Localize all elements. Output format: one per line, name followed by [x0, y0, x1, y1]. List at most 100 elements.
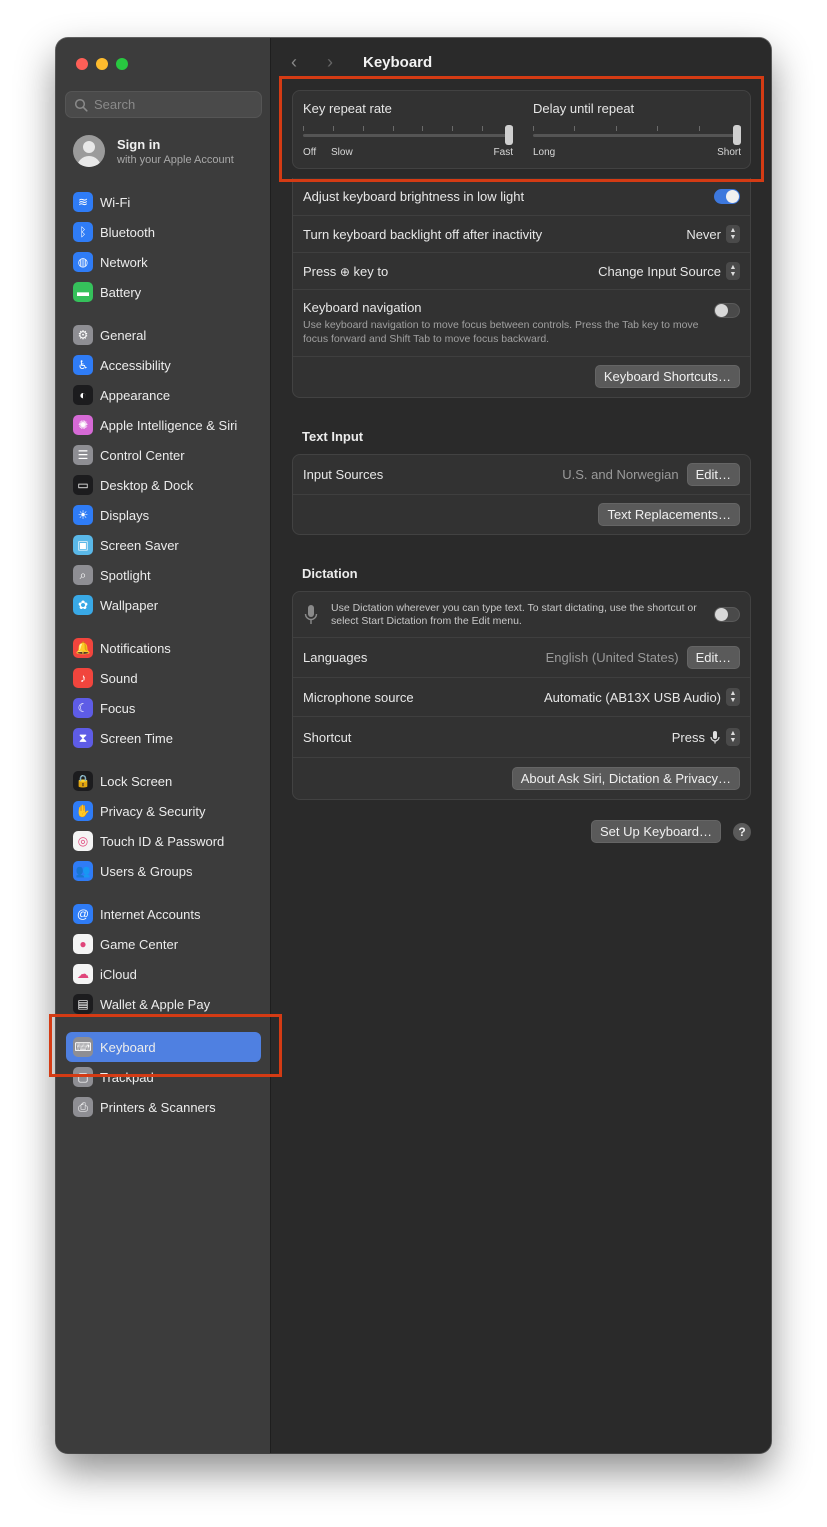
sidebar-item-apple-intelligence-siri[interactable]: ✺ Apple Intelligence & Siri — [66, 410, 261, 440]
press-key-value: Change Input Source — [598, 263, 721, 279]
stepper-icon: ▲ ▼ — [726, 688, 740, 706]
battery-icon: ▬ — [73, 282, 93, 302]
sidebar-item-network[interactable]: ◍ Network — [66, 247, 261, 277]
accessibility-icon: ♿ — [73, 355, 93, 375]
sidebar-item-printers-scanners[interactable]: ⎙ Printers & Scanners — [66, 1092, 261, 1122]
shortcut-popup[interactable]: Press ▲ ▼ — [672, 728, 740, 746]
magnifier-icon: ⌕ — [73, 565, 93, 585]
sidebar-item-spotlight[interactable]: ⌕ Spotlight — [66, 560, 261, 590]
sidebar-item-screen-time[interactable]: ⧗ Screen Time — [66, 723, 261, 753]
press-key-row: Press ⊕ key to Change Input Source ▲ ▼ — [293, 253, 750, 290]
close-button[interactable] — [76, 58, 88, 70]
game-center-icon: ● — [73, 934, 93, 954]
sidebar-separator — [66, 753, 261, 766]
sidebar-item-displays[interactable]: ☀ Displays — [66, 500, 261, 530]
sidebar-item-label: Displays — [100, 507, 150, 523]
sidebar-item-internet-accounts[interactable]: @ Internet Accounts — [66, 899, 261, 929]
bluetooth-icon: ᛒ — [73, 222, 93, 242]
stepper-icon: ▲ ▼ — [726, 728, 740, 746]
sidebar-item-label: Appearance — [100, 387, 171, 403]
stepper-icon: ▲ ▼ — [726, 225, 740, 243]
text-replacements-row: Text Replacements… — [293, 495, 750, 534]
dictation-toggle[interactable] — [714, 607, 740, 622]
sidebar-item-label: General — [100, 327, 147, 343]
hourglass-icon: ⧗ — [73, 728, 93, 748]
sidebar-item-notifications[interactable]: 🔔 Notifications — [66, 633, 261, 663]
sidebar-item-accessibility[interactable]: ♿ Accessibility — [66, 350, 261, 380]
sidebar-item-desktop-dock[interactable]: ▭ Desktop & Dock — [66, 470, 261, 500]
users-icon: 👥 — [73, 861, 93, 881]
backlight-popup[interactable]: Never ▲ ▼ — [686, 225, 740, 243]
press-key-popup[interactable]: Change Input Source ▲ ▼ — [598, 262, 740, 280]
sidebar-item-bluetooth[interactable]: ᛒ Bluetooth — [66, 217, 261, 247]
annotation-highlight-repeat — [279, 76, 764, 182]
backlight-value: Never — [686, 226, 721, 242]
search-input[interactable] — [94, 97, 254, 112]
text-input-title: Text Input — [302, 429, 364, 444]
account-subtitle: with your Apple Account — [117, 153, 234, 166]
main-pane: ‹ › Keyboard Key repeat rate Off Slow Fa… — [271, 38, 771, 1453]
apple-account[interactable]: Sign in with your Apple Account — [73, 135, 234, 167]
sidebar-item-focus[interactable]: ☾ Focus — [66, 693, 261, 723]
gear-icon: ⚙ — [73, 325, 93, 345]
forward-chevron-icon[interactable]: › — [327, 52, 347, 73]
shortcut-row: Shortcut Press ▲ ▼ — [293, 717, 750, 758]
sidebar-item-label: Spotlight — [100, 567, 151, 583]
globe-icon: ◍ — [73, 252, 93, 272]
lock-icon: 🔒 — [73, 771, 93, 791]
bell-icon: 🔔 — [73, 638, 93, 658]
hand-icon: ✋ — [73, 801, 93, 821]
sidebar-item-control-center[interactable]: ☰ Control Center — [66, 440, 261, 470]
languages-label: Languages — [303, 650, 368, 665]
keyboard-settings-card: Adjust keyboard brightness in low light … — [292, 178, 751, 398]
languages-edit-button[interactable]: Edit… — [686, 646, 740, 669]
sidebar-item-screen-saver[interactable]: ▣ Screen Saver — [66, 530, 261, 560]
about-dictation-row: About Ask Siri, Dictation & Privacy… — [293, 758, 750, 798]
about-dictation-button[interactable]: About Ask Siri, Dictation & Privacy… — [511, 766, 740, 790]
sidebar-item-general[interactable]: ⚙ General — [66, 320, 261, 350]
keyboard-nav-toggle[interactable] — [714, 303, 740, 318]
screen-saver-icon: ▣ — [73, 535, 93, 555]
set-up-keyboard-button[interactable]: Set Up Keyboard… — [590, 820, 721, 843]
help-button[interactable]: ? — [733, 822, 751, 841]
avatar — [73, 135, 105, 167]
wallet-icon: ▤ — [73, 994, 93, 1014]
zoom-button[interactable] — [116, 58, 128, 70]
minimize-button[interactable] — [96, 58, 108, 70]
search-field[interactable] — [65, 91, 262, 118]
sidebar-item-wallpaper[interactable]: ✿ Wallpaper — [66, 590, 261, 620]
backlight-row: Turn keyboard backlight off after inacti… — [293, 216, 750, 253]
microphone-source-label: Microphone source — [303, 689, 414, 705]
input-sources-edit-button[interactable]: Edit… — [686, 463, 740, 486]
sidebar-item-wi-fi[interactable]: ≋ Wi-Fi — [66, 187, 261, 217]
sidebar-item-sound[interactable]: ♪ Sound — [66, 663, 261, 693]
sidebar-item-label: Printers & Scanners — [100, 1099, 216, 1115]
sidebar-item-label: Lock Screen — [100, 773, 173, 789]
press-key-label: Press ⊕ key to — [303, 263, 389, 279]
brightness-label: Adjust keyboard brightness in low light — [303, 189, 525, 204]
sidebar-item-game-center[interactable]: ● Game Center — [66, 929, 261, 959]
keyboard-shortcuts-button[interactable]: Keyboard Shortcuts… — [594, 364, 740, 388]
sidebar-item-lock-screen[interactable]: 🔒 Lock Screen — [66, 766, 261, 796]
sidebar-item-icloud[interactable]: ☁ iCloud — [66, 959, 261, 989]
microphone-source-popup[interactable]: Automatic (AB13X USB Audio) ▲ ▼ — [544, 688, 740, 706]
sidebar-item-label: Control Center — [100, 447, 185, 463]
back-chevron-icon[interactable]: ‹ — [291, 52, 311, 73]
sidebar-item-label: Wallet & Apple Pay — [100, 996, 211, 1012]
dock-icon: ▭ — [73, 475, 93, 495]
shortcut-value: Press — [671, 729, 705, 745]
text-replacements-button[interactable]: Text Replacements… — [598, 503, 740, 526]
sidebar-item-label: iCloud — [100, 966, 137, 982]
sidebar-item-touch-id-password[interactable]: ◎ Touch ID & Password — [66, 826, 261, 856]
brightness-toggle[interactable] — [714, 189, 740, 204]
sidebar-item-appearance[interactable]: ◐ Appearance — [66, 380, 261, 410]
sidebar-separator — [66, 620, 261, 633]
sidebar-item-label: Privacy & Security — [100, 803, 206, 819]
dictation-card: Use Dictation wherever you can type text… — [292, 591, 751, 800]
sidebar-item-privacy-security[interactable]: ✋ Privacy & Security — [66, 796, 261, 826]
sidebar-item-users-groups[interactable]: 👥 Users & Groups — [66, 856, 261, 886]
brightness-row: Adjust keyboard brightness in low light — [293, 178, 750, 216]
sidebar-item-battery[interactable]: ▬ Battery — [66, 277, 261, 307]
input-sources-row: Input Sources U.S. and Norwegian Edit… — [293, 455, 750, 495]
languages-row: Languages English (United States) Edit… — [293, 638, 750, 678]
